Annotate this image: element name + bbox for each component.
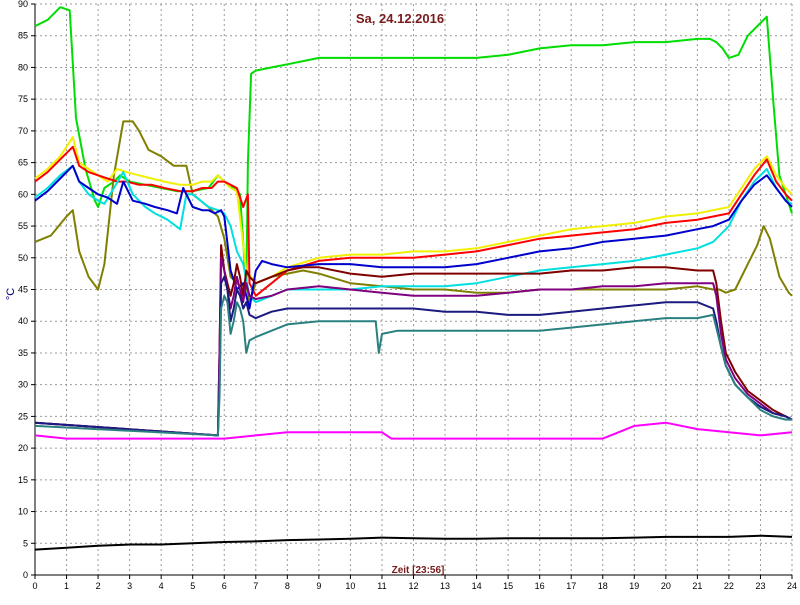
x-tick-label: 4 — [159, 581, 164, 591]
x-axis-label: Zeit [23:56] — [392, 565, 445, 576]
x-tick-label: 24 — [787, 581, 797, 591]
x-tick-label: 13 — [440, 581, 450, 591]
x-tick-label: 8 — [285, 581, 290, 591]
y-tick-label: 40 — [18, 316, 28, 326]
x-tick-label: 0 — [32, 581, 37, 591]
line-chart: 0510152025303540455055606570758085900 1 2 3… — [0, 0, 800, 600]
x-tick-label: 9 — [316, 581, 321, 591]
chart: 0 5 10 15 20 25 30 35 40 45 50 55 60 65 70 75 80 85 90 0 1 2 3… — [0, 0, 800, 600]
x-tick-label: 15 — [503, 581, 513, 591]
y-tick-label: 0 — [23, 570, 28, 580]
y-tick-label: 30 — [18, 380, 28, 390]
y-tick-label: 90 — [18, 0, 28, 9]
y-tick-label: 10 — [18, 507, 28, 517]
x-tick-label: 23 — [755, 581, 765, 591]
x-tick-label: 21 — [692, 581, 702, 591]
x-tick-label: 5 — [190, 581, 195, 591]
y-tick-label: 25 — [18, 411, 28, 421]
chart-title: Sa, 24.12.2016 — [356, 11, 444, 26]
y-tick-label: 45 — [18, 285, 28, 295]
y-tick-label: 55 — [18, 221, 28, 231]
x-tick-label: 22 — [724, 581, 734, 591]
y-tick-label: 50 — [18, 253, 28, 263]
x-tick-label: 3 — [127, 581, 132, 591]
y-axis-label: °C — [5, 288, 17, 300]
x-tick-label: 18 — [598, 581, 608, 591]
x-tick-label: 6 — [222, 581, 227, 591]
x-tick-label: 10 — [345, 581, 355, 591]
x-tick-label: 2 — [96, 581, 101, 591]
y-tick-label: 80 — [18, 62, 28, 72]
y-tick-label: 20 — [18, 443, 28, 453]
x-tick-label: 7 — [253, 581, 258, 591]
x-tick-label: 11 — [377, 581, 386, 591]
x-tick-label: 16 — [535, 581, 545, 591]
x-tick-label: 19 — [629, 581, 639, 591]
y-tick-label: 60 — [18, 189, 28, 199]
x-tick-label: 14 — [472, 581, 482, 591]
x-tick-label: 20 — [661, 581, 671, 591]
x-tick-label: 1 — [64, 581, 69, 591]
y-tick-label: 70 — [18, 126, 28, 136]
x-tick-label: 17 — [566, 581, 576, 591]
y-tick-label: 15 — [18, 475, 28, 485]
y-tick-label: 65 — [18, 158, 28, 168]
y-tick-label: 85 — [18, 31, 28, 41]
y-tick-label: 75 — [18, 94, 28, 104]
chart-background — [0, 0, 800, 600]
y-tick-label: 5 — [23, 538, 28, 548]
x-tick-label: 12 — [408, 581, 418, 591]
y-tick-label: 35 — [18, 348, 28, 358]
